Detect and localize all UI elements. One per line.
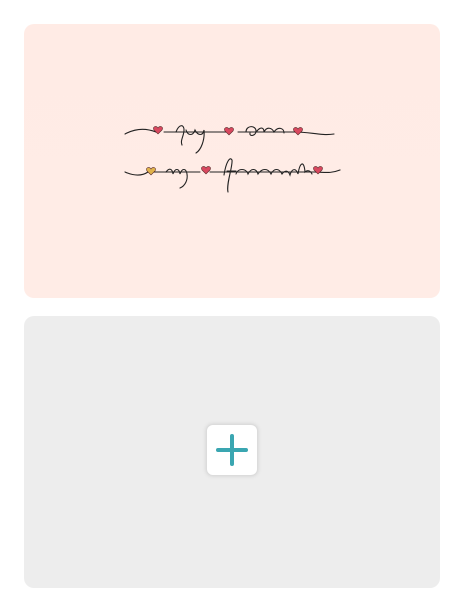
photo-card[interactable]: you are my favourite (24, 24, 440, 298)
handwritten-quote-image (124, 125, 341, 193)
heart-icons (146, 126, 323, 176)
add-photo-card[interactable] (24, 316, 440, 588)
page: you are my favourite (0, 0, 464, 614)
add-button[interactable] (206, 424, 258, 476)
